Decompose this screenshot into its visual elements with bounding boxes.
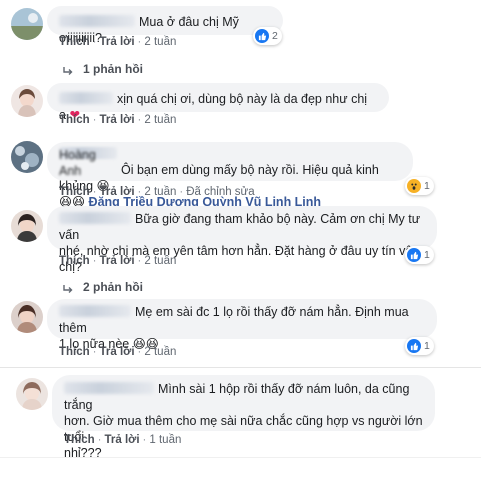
timestamp[interactable]: 2 tuần: [144, 186, 176, 198]
commenter-name[interactable]: [59, 15, 135, 27]
timestamp[interactable]: 1 tuần: [149, 434, 181, 446]
replies-count-label: 2 phản hồi: [83, 280, 143, 294]
comment-actions: Thích · Trả lời · 1 tuần: [64, 434, 182, 446]
avatar[interactable]: [11, 210, 43, 242]
divider: [0, 367, 481, 368]
like-link[interactable]: Thích: [64, 434, 95, 446]
reaction-count: 1: [424, 249, 430, 261]
reply-link[interactable]: Trả lời: [100, 36, 135, 48]
like-link[interactable]: Thích: [59, 36, 90, 48]
avatar[interactable]: [11, 85, 43, 117]
reaction-badge[interactable]: 1: [405, 177, 434, 195]
reply-link[interactable]: Trả lời: [100, 346, 135, 358]
reaction-count: 1: [424, 340, 430, 352]
avatar[interactable]: [11, 141, 43, 173]
timestamp[interactable]: 2 tuần: [144, 346, 176, 358]
like-link[interactable]: Thích: [59, 255, 90, 267]
replies-count-label: 1 phản hồi: [83, 62, 143, 76]
wow-icon: [407, 179, 421, 193]
commenter-name[interactable]: [59, 212, 131, 224]
reaction-badge[interactable]: 2: [253, 27, 282, 45]
comment-bubble: Mua ở đâu chị Mỹ ơiiiiiiiiii?: [47, 6, 283, 45]
like-link[interactable]: Thích: [59, 186, 90, 198]
commenter-name[interactable]: [64, 382, 154, 394]
like-icon: [407, 248, 421, 262]
comment-actions: Thích · Trả lời · 2 tuần: [59, 346, 177, 358]
reply-link[interactable]: Trả lời: [100, 114, 135, 126]
comment-bubble: Hoàng Anh Ôi bạn em dùng mấy bộ này rồi. …: [47, 142, 413, 209]
comment-bubble: xịn quá chị ơi, dùng bộ này là da đẹp nh…: [47, 83, 389, 122]
reply-arrow-icon: [63, 283, 73, 293]
comment-bubble: Mình sài 1 hộp rồi thấy đỡ nám luôn, da …: [52, 375, 435, 460]
commenter-name[interactable]: [59, 305, 131, 317]
avatar[interactable]: [16, 378, 48, 410]
commenter-name[interactable]: Hoàng Anh: [59, 147, 117, 178]
commenter-name[interactable]: [59, 92, 113, 104]
reaction-badge[interactable]: 1: [405, 337, 434, 355]
reply-link[interactable]: Trả lời: [105, 434, 140, 446]
comment-actions: Thích · Trả lời · 2 tuần: [59, 114, 177, 126]
like-icon: [407, 339, 421, 353]
timestamp[interactable]: 2 tuần: [144, 255, 176, 267]
reaction-badge[interactable]: 1: [405, 246, 434, 264]
comment-bubble: Bữa giờ đang tham khảo bộ này. Cảm ơn ch…: [47, 206, 437, 274]
reaction-count: 1: [424, 180, 430, 192]
timestamp[interactable]: 2 tuần: [144, 36, 176, 48]
view-replies-link[interactable]: 1 phản hồi: [63, 62, 143, 76]
like-icon: [255, 29, 269, 43]
avatar[interactable]: [11, 8, 43, 40]
divider: [0, 457, 481, 458]
reply-link[interactable]: Trả lời: [100, 186, 135, 198]
comment-actions: Thích · Trả lời · 2 tuần: [59, 255, 177, 267]
comment-actions: Thích · Trả lời · 2 tuần: [59, 36, 177, 48]
like-link[interactable]: Thích: [59, 346, 90, 358]
edited-label[interactable]: Đã chỉnh sửa: [186, 186, 254, 198]
reply-arrow-icon: [63, 65, 73, 75]
comment-bubble: Mẹ em sài đc 1 lọ rồi thấy đỡ nám hẳn. Đ…: [47, 299, 437, 351]
comment-actions: Thích · Trả lời · 2 tuần · Đã chỉnh sửa: [59, 186, 255, 198]
reply-link[interactable]: Trả lời: [100, 255, 135, 267]
like-link[interactable]: Thích: [59, 114, 90, 126]
avatar[interactable]: [11, 301, 43, 333]
reaction-count: 2: [272, 30, 278, 42]
view-replies-link[interactable]: 2 phản hồi: [63, 280, 143, 294]
timestamp[interactable]: 2 tuần: [144, 114, 176, 126]
